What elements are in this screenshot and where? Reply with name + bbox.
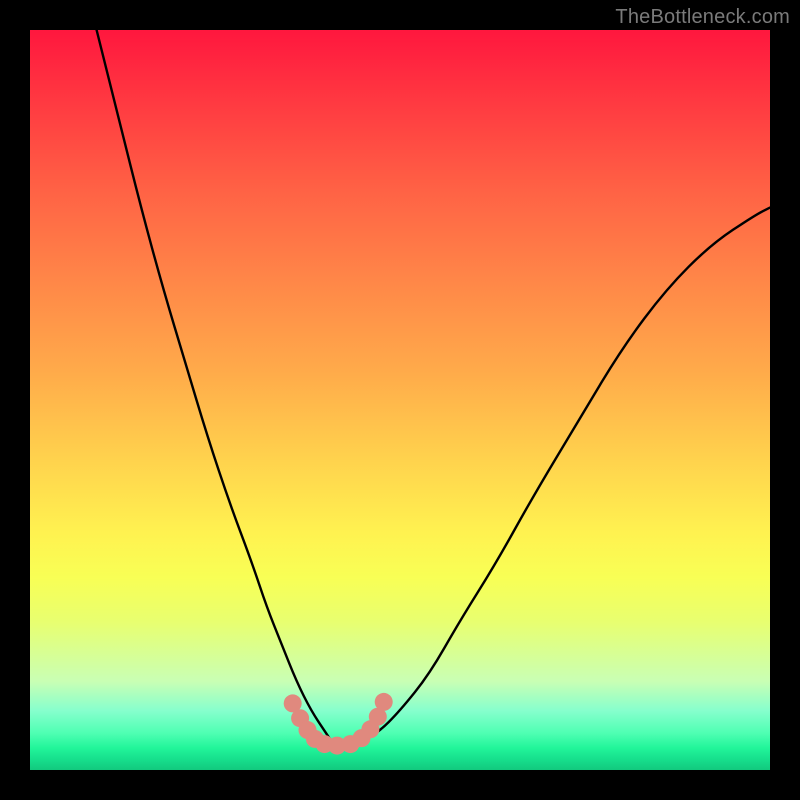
watermark-text: TheBottleneck.com [615,6,790,29]
curves-svg [30,30,770,770]
chart-frame: TheBottleneck.com [0,0,800,800]
trough-dots [284,693,393,755]
main-curve [97,30,770,745]
trough-dot [375,693,393,711]
plot-area [30,30,770,770]
